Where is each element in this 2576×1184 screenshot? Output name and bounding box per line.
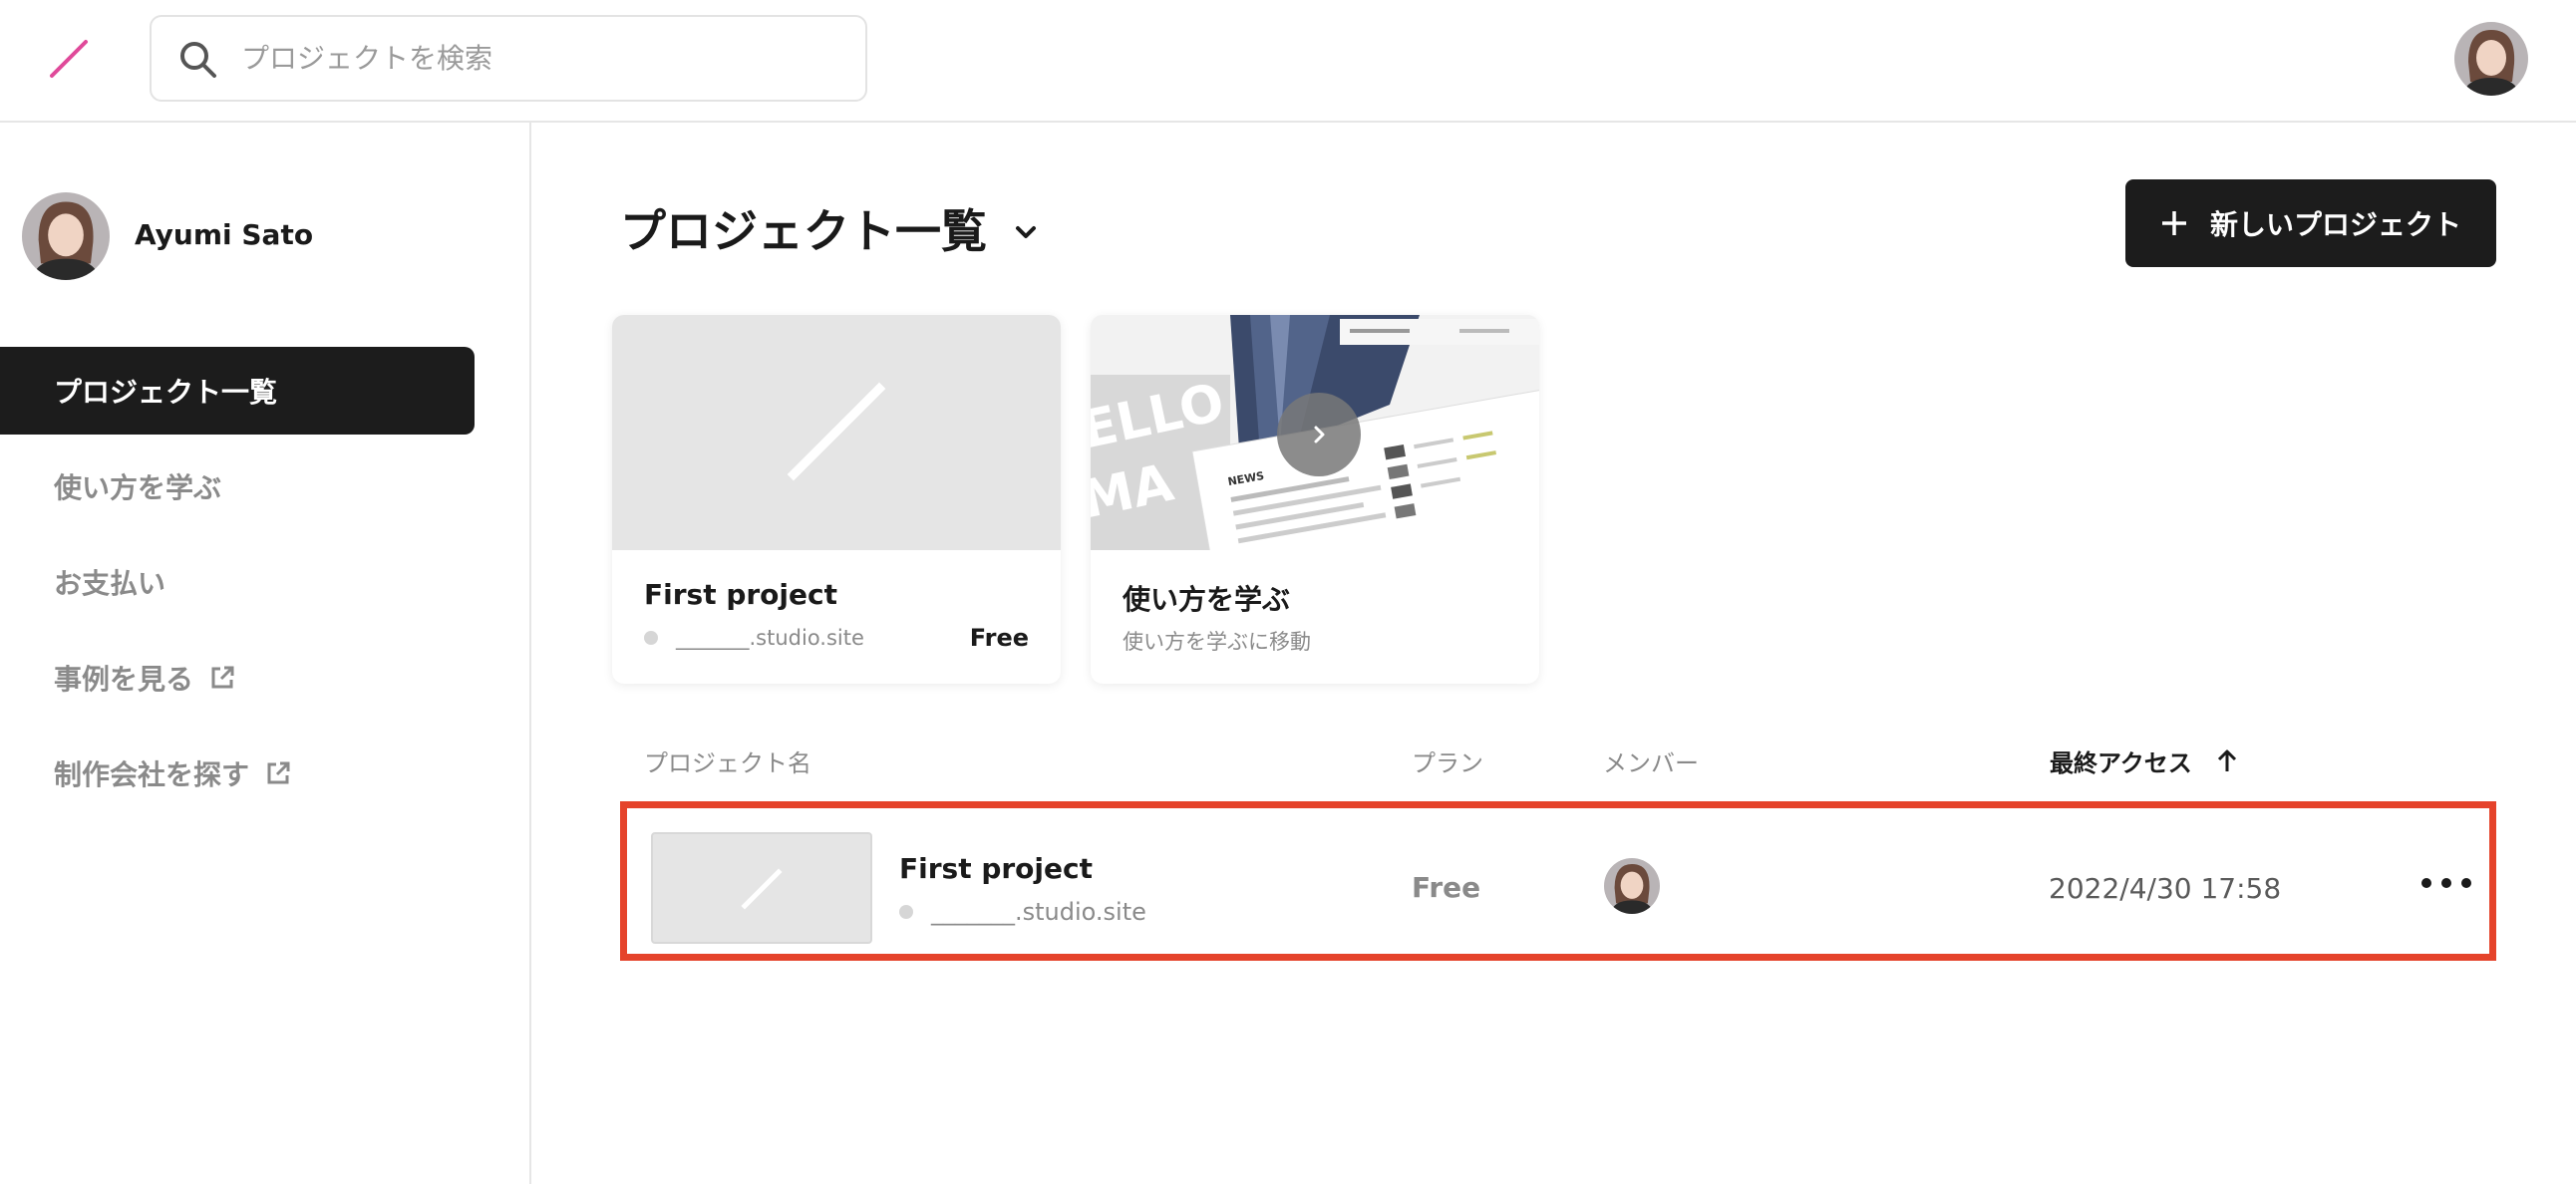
more-options-icon[interactable]: [2421, 868, 2471, 898]
column-header-members[interactable]: メンバー: [1603, 743, 1699, 778]
placeholder-logo-icon: [787, 382, 886, 481]
card-title: 使い方を学ぶ: [1123, 583, 1291, 616]
page-title: プロジェクト一覧: [620, 204, 987, 258]
account-avatar[interactable]: [2454, 22, 2528, 96]
dot: [2421, 878, 2431, 888]
column-header-name[interactable]: プロジェクト名: [644, 743, 811, 778]
profile-avatar[interactable]: [22, 192, 110, 280]
sidebar-item-label: 使い方を学ぶ: [54, 471, 222, 504]
card-title: First project: [644, 578, 837, 611]
status-dot-icon: [644, 631, 658, 645]
top-bar: [0, 0, 2576, 123]
plus-icon: [2161, 211, 2186, 235]
avatar-image: [2454, 22, 2528, 96]
row-last-access: 2022/4/30 17:58: [2049, 872, 2282, 905]
external-link-icon: [211, 666, 234, 689]
card-subtitle: 使い方を学ぶに移動: [1123, 630, 1311, 654]
row-project-name[interactable]: First project: [899, 852, 1093, 885]
sidebar-item-label: 制作会社を探す: [54, 758, 250, 791]
sidebar-item-learn[interactable]: 使い方を学ぶ: [0, 443, 475, 530]
learn-card[interactable]: ELLO MA NEWS 使い方を学ぶ 使い方を学ぶに移動: [1091, 315, 1539, 684]
placeholder-logo-icon: [741, 868, 783, 910]
sidebar-item-label: お支払い: [54, 567, 166, 600]
avatar-image: [1604, 858, 1660, 914]
column-header-last-access[interactable]: 最終アクセス: [2050, 743, 2240, 778]
page-title-dropdown[interactable]: プロジェクト一覧: [620, 195, 1041, 261]
row-thumbnail: [651, 832, 872, 944]
column-header-plan[interactable]: プラン: [1412, 743, 1483, 778]
row-url: _______.studio.site: [899, 898, 1146, 926]
row-url-text: _______.studio.site: [931, 898, 1146, 926]
sidebar-item-agencies[interactable]: 制作会社を探す: [0, 730, 475, 817]
dot: [2461, 878, 2471, 888]
member-avatar[interactable]: [1604, 858, 1660, 914]
row-plan: Free: [1412, 871, 1481, 904]
search-box[interactable]: [150, 15, 867, 102]
card-url: _______.studio.site: [644, 626, 864, 650]
sidebar-item-label: 事例を見る: [54, 663, 194, 696]
new-project-button[interactable]: 新しいプロジェクト: [2125, 179, 2496, 267]
dot: [2441, 878, 2451, 888]
chevron-down-icon: [1016, 226, 1036, 238]
status-dot-icon: [899, 905, 913, 919]
search-icon: [180, 42, 216, 78]
project-card[interactable]: First project _______.studio.site Free: [612, 315, 1061, 684]
column-header-label: 最終アクセス: [2050, 749, 2192, 777]
learn-preview-image: ELLO MA NEWS: [1091, 315, 1539, 550]
new-project-label: 新しいプロジェクト: [2209, 208, 2461, 241]
sidebar: Ayumi Sato プロジェクト一覧 使い方を学ぶ お支払い 事例を見る 制作…: [0, 123, 531, 1184]
sidebar-item-showcase[interactable]: 事例を見る: [0, 634, 475, 722]
external-link-icon: [267, 761, 290, 784]
avatar-image: [22, 192, 110, 280]
studio-logo-icon[interactable]: [48, 38, 90, 80]
chevron-right-icon: [1314, 426, 1325, 444]
card-url-text: _______.studio.site: [676, 626, 864, 650]
arrow-up-icon: [2217, 749, 2236, 771]
profile-name: Ayumi Sato: [135, 218, 314, 251]
sidebar-item-payment[interactable]: お支払い: [0, 538, 475, 626]
play-button[interactable]: [1277, 393, 1361, 476]
sidebar-item-projects[interactable]: プロジェクト一覧: [0, 347, 475, 435]
plan-badge: Free: [969, 624, 1029, 652]
project-thumbnail: [612, 315, 1061, 550]
sidebar-item-label: プロジェクト一覧: [54, 376, 278, 409]
table-row[interactable]: First project _______.studio.site Free 2…: [620, 801, 2496, 961]
search-input[interactable]: [241, 17, 839, 100]
